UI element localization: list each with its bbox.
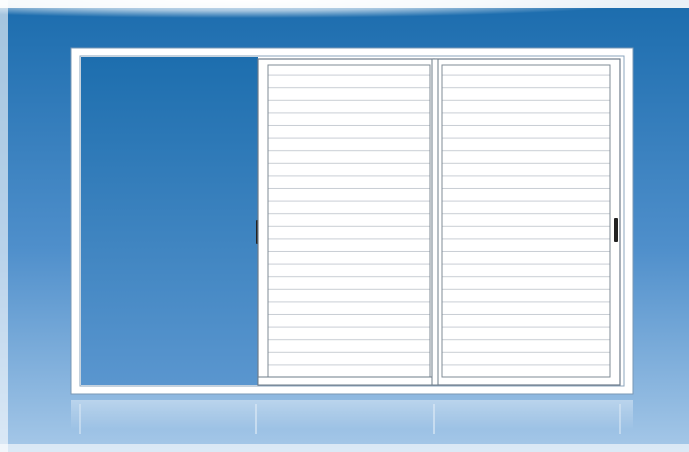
right-pane-handle-icon xyxy=(614,218,618,242)
fixed-shutter-panel xyxy=(441,64,611,378)
sliding-shutter-panel xyxy=(267,64,431,378)
sliding-window-illustration xyxy=(0,0,689,452)
white-border-bottom xyxy=(0,444,689,452)
white-border-top xyxy=(0,0,689,8)
center-mullion xyxy=(431,58,439,386)
floor-reflection xyxy=(71,400,633,434)
white-border-left xyxy=(0,0,8,452)
sliding-sash-bottom-rail xyxy=(257,376,435,386)
product-illustration xyxy=(0,0,689,452)
open-glass-pane xyxy=(81,57,258,385)
